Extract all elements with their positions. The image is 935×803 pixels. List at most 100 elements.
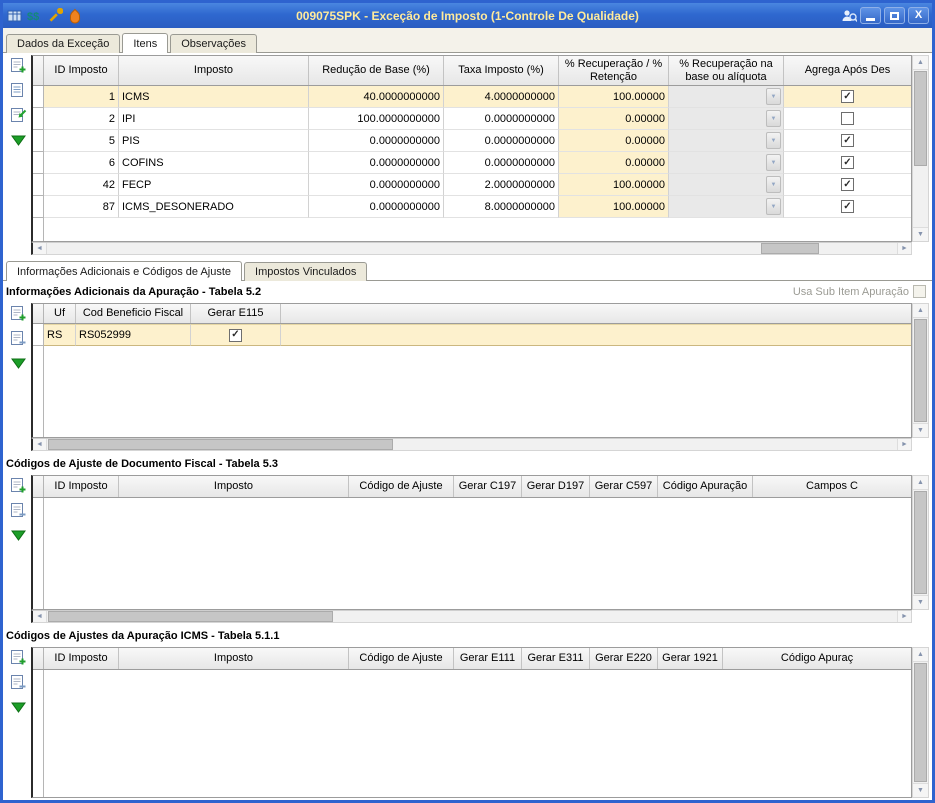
table-row[interactable]: 6 COFINS 0.0000000000 0.0000000000 0.000… <box>33 152 911 174</box>
vertical-scrollbar[interactable]: ▲ ▼ <box>912 475 929 610</box>
goto-last-record-icon[interactable] <box>9 698 27 716</box>
scrollbar-track[interactable] <box>913 662 928 783</box>
cell-id-imposto[interactable]: 5 <box>44 130 119 152</box>
usa-sub-item-checkbox[interactable] <box>913 285 926 298</box>
wrench-icon[interactable] <box>46 7 63 24</box>
tab-impostos-vinculados[interactable]: Impostos Vinculados <box>244 262 367 281</box>
tab-observacoes[interactable]: Observações <box>170 34 257 53</box>
table-app-icon[interactable] <box>6 7 23 24</box>
cell-recuperacao-base-dropdown[interactable]: ▼ <box>669 174 784 196</box>
chevron-down-icon[interactable]: ▼ <box>766 110 781 127</box>
cell-imposto[interactable]: FECP <box>119 174 309 196</box>
scrollbar-track[interactable] <box>47 243 897 254</box>
scrollbar-thumb[interactable] <box>914 71 927 166</box>
table-row[interactable]: 2 IPI 100.0000000000 0.0000000000 0.0000… <box>33 108 911 130</box>
scrollbar-track[interactable] <box>47 611 897 622</box>
goto-last-record-icon[interactable] <box>9 526 27 544</box>
cell-taxa-imposto[interactable]: 0.0000000000 <box>444 108 559 130</box>
add-record-icon[interactable] <box>9 304 27 322</box>
scrollbar-track[interactable] <box>913 318 928 423</box>
column-header-gerar-e115[interactable]: Gerar E115 <box>191 304 281 323</box>
column-header-codigo-ajuste[interactable]: Código de Ajuste <box>349 648 454 669</box>
checkbox[interactable]: ✓ <box>841 134 854 147</box>
table-row[interactable]: 1 ICMS 40.0000000000 4.0000000000 100.00… <box>33 86 911 108</box>
add-record-icon[interactable] <box>9 56 27 74</box>
horizontal-scrollbar[interactable]: ◄ ► <box>31 242 912 255</box>
cell-taxa-imposto[interactable]: 8.0000000000 <box>444 196 559 218</box>
scroll-up-button[interactable]: ▲ <box>913 476 928 490</box>
cell-id-imposto[interactable]: 1 <box>44 86 119 108</box>
cell-agrega-checkbox[interactable]: ✓ <box>784 196 911 218</box>
cell-recuperacao-base-dropdown[interactable]: ▼ <box>669 108 784 130</box>
column-header-imposto[interactable]: Imposto <box>119 648 349 669</box>
scroll-up-button[interactable]: ▲ <box>913 56 928 70</box>
checkbox[interactable]: ✓ <box>841 156 854 169</box>
column-header-codigo-apuracao[interactable]: Código Apuraç <box>723 648 911 669</box>
scrollbar-thumb[interactable] <box>48 611 333 622</box>
table-row[interactable]: 42 FECP 0.0000000000 2.0000000000 100.00… <box>33 174 911 196</box>
column-header-imposto[interactable]: Imposto <box>119 476 349 497</box>
cell-recuperacao[interactable]: 100.00000 <box>559 174 669 196</box>
scroll-down-button[interactable]: ▼ <box>913 423 928 437</box>
cell-id-imposto[interactable]: 2 <box>44 108 119 130</box>
scrollbar-track[interactable] <box>913 70 928 227</box>
horizontal-scrollbar[interactable]: ◄ ► <box>31 610 912 623</box>
column-header-imposto[interactable]: Imposto <box>119 56 309 85</box>
cell-taxa-imposto[interactable]: 0.0000000000 <box>444 130 559 152</box>
minimize-button[interactable] <box>860 7 881 24</box>
scroll-left-button[interactable]: ◄ <box>33 439 47 450</box>
add-record-icon[interactable] <box>9 476 27 494</box>
column-header-gerar-c197[interactable]: Gerar C197 <box>454 476 522 497</box>
cell-recuperacao[interactable]: 0.00000 <box>559 130 669 152</box>
cell-recuperacao-base-dropdown[interactable]: ▼ <box>669 196 784 218</box>
cell-cod-beneficio[interactable]: RS052999 <box>76 324 191 346</box>
column-header-id-imposto[interactable]: ID Imposto <box>44 648 119 669</box>
flame-icon[interactable] <box>66 7 83 24</box>
scrollbar-thumb[interactable] <box>914 491 927 594</box>
scrollbar-thumb[interactable] <box>914 663 927 782</box>
scroll-up-button[interactable]: ▲ <box>913 304 928 318</box>
cell-agrega-checkbox[interactable]: ✓ <box>784 152 911 174</box>
cell-recuperacao[interactable]: 0.00000 <box>559 108 669 130</box>
table-row[interactable]: 87 ICMS_DESONERADO 0.0000000000 8.000000… <box>33 196 911 218</box>
import-records-icon[interactable] <box>9 106 27 124</box>
checkbox[interactable]: ✓ <box>841 200 854 213</box>
tab-informacoes-adicionais[interactable]: Informações Adicionais e Códigos de Ajus… <box>6 261 242 281</box>
column-header-gerar-1921[interactable]: Gerar 1921 <box>658 648 723 669</box>
column-header-campos[interactable]: Campos C <box>753 476 911 497</box>
column-header-gerar-e111[interactable]: Gerar E111 <box>454 648 522 669</box>
chevron-down-icon[interactable]: ▼ <box>766 176 781 193</box>
checkbox[interactable]: ✓ <box>841 90 854 103</box>
cell-uf[interactable]: RS <box>44 324 76 346</box>
delete-record-icon[interactable] <box>9 673 27 691</box>
checkbox[interactable]: ✓ <box>841 178 854 191</box>
cell-recuperacao-base-dropdown[interactable]: ▼ <box>669 130 784 152</box>
chevron-down-icon[interactable]: ▼ <box>766 198 781 215</box>
column-header-gerar-d197[interactable]: Gerar D197 <box>522 476 590 497</box>
goto-last-record-icon[interactable] <box>9 131 27 149</box>
column-header-cod-beneficio[interactable]: Cod Beneficio Fiscal <box>76 304 191 323</box>
checkbox[interactable]: ✓ <box>229 329 242 342</box>
tab-itens[interactable]: Itens <box>122 33 168 53</box>
cell-reducao-base[interactable]: 0.0000000000 <box>309 174 444 196</box>
add-record-icon[interactable] <box>9 648 27 666</box>
cell-reducao-base[interactable]: 40.0000000000 <box>309 86 444 108</box>
cell-agrega-checkbox[interactable]: ✓ <box>784 130 911 152</box>
scrollbar-thumb[interactable] <box>48 439 393 450</box>
column-header-gerar-e220[interactable]: Gerar E220 <box>590 648 658 669</box>
cell-agrega-checkbox[interactable]: ✓ <box>784 86 911 108</box>
cell-reducao-base[interactable]: 0.0000000000 <box>309 130 444 152</box>
tab-dados-da-excecao[interactable]: Dados da Exceção <box>6 34 120 53</box>
cell-recuperacao[interactable]: 0.00000 <box>559 152 669 174</box>
money-icon[interactable]: $$ <box>26 7 43 24</box>
scroll-right-button[interactable]: ► <box>897 439 911 450</box>
cell-reducao-base[interactable]: 0.0000000000 <box>309 196 444 218</box>
cell-id-imposto[interactable]: 87 <box>44 196 119 218</box>
delete-record-icon[interactable] <box>9 329 27 347</box>
cell-agrega-checkbox[interactable] <box>784 108 911 130</box>
checkbox[interactable] <box>841 112 854 125</box>
cell-taxa-imposto[interactable]: 4.0000000000 <box>444 86 559 108</box>
delete-record-icon[interactable] <box>9 501 27 519</box>
column-header-gerar-e311[interactable]: Gerar E311 <box>522 648 590 669</box>
cell-recuperacao[interactable]: 100.00000 <box>559 86 669 108</box>
